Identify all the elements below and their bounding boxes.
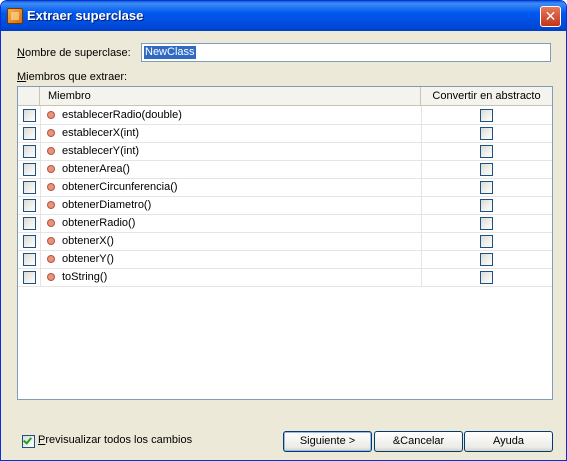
next-button[interactable]: Siguiente > — [283, 431, 372, 452]
member-select-checkbox[interactable] — [23, 181, 36, 194]
make-abstract-checkbox[interactable] — [480, 253, 493, 266]
table-row[interactable]: establecerX(int) — [18, 124, 552, 143]
member-select-checkbox[interactable] — [23, 217, 36, 230]
table-row[interactable]: obtenerY() — [18, 250, 552, 269]
member-cell — [40, 106, 422, 124]
member-cell — [40, 178, 422, 196]
table-row[interactable]: obtenerDiametro() — [18, 196, 552, 215]
table-header: Miembro Convertir en abstracto — [18, 87, 552, 106]
table-row[interactable]: obtenerArea() — [18, 160, 552, 179]
member-select-checkbox[interactable] — [23, 163, 36, 176]
make-abstract-checkbox[interactable] — [480, 109, 493, 122]
superclass-name-label: Nombre de superclase: — [17, 47, 131, 59]
preview-all-changes-checkbox[interactable] — [22, 435, 35, 448]
members-table[interactable]: Miembro Convertir en abstracto establece… — [17, 86, 553, 400]
make-abstract-checkbox[interactable] — [480, 127, 493, 140]
superclass-name-input[interactable]: NewClass — [141, 43, 551, 62]
table-row[interactable]: obtenerRadio() — [18, 214, 552, 233]
member-cell — [40, 232, 422, 250]
table-row[interactable]: establecerRadio(double) — [18, 106, 552, 125]
column-header-select[interactable] — [18, 87, 40, 105]
extract-superclass-dialog: Extraer superclase ✕ Nombre de superclas… — [0, 0, 567, 461]
close-button[interactable]: ✕ — [540, 6, 561, 27]
member-select-checkbox[interactable] — [23, 127, 36, 140]
member-cell — [40, 268, 422, 286]
preview-all-changes-label[interactable]: Previsualizar todos los cambios — [38, 434, 192, 446]
member-select-checkbox[interactable] — [23, 109, 36, 122]
member-select-checkbox[interactable] — [23, 199, 36, 212]
member-cell — [40, 160, 422, 178]
cancel-button[interactable]: &Cancelar — [374, 431, 463, 452]
column-header-member[interactable]: Miembro — [40, 87, 421, 105]
make-abstract-checkbox[interactable] — [480, 271, 493, 284]
member-cell — [40, 196, 422, 214]
make-abstract-checkbox[interactable] — [480, 199, 493, 212]
superclass-name-value[interactable]: NewClass — [144, 46, 196, 59]
member-cell — [40, 142, 422, 160]
app-icon — [7, 8, 23, 24]
make-abstract-checkbox[interactable] — [480, 145, 493, 158]
window-title: Extraer superclase — [27, 8, 144, 23]
check-icon — [23, 435, 32, 445]
member-cell — [40, 250, 422, 268]
make-abstract-checkbox[interactable] — [480, 181, 493, 194]
table-row[interactable]: toString() — [18, 268, 552, 287]
member-cell — [40, 214, 422, 232]
table-row[interactable]: obtenerX() — [18, 232, 552, 251]
table-row[interactable]: obtenerCircunferencia() — [18, 178, 552, 197]
table-row[interactable]: establecerY(int) — [18, 142, 552, 161]
member-select-checkbox[interactable] — [23, 253, 36, 266]
members-label: Miembros que extraer: — [17, 71, 128, 83]
column-header-abstract[interactable]: Convertir en abstracto — [421, 87, 552, 105]
member-select-checkbox[interactable] — [23, 271, 36, 284]
member-select-checkbox[interactable] — [23, 145, 36, 158]
member-cell — [40, 124, 422, 142]
make-abstract-checkbox[interactable] — [480, 217, 493, 230]
title-bar[interactable]: Extraer superclase ✕ — [1, 1, 566, 31]
make-abstract-checkbox[interactable] — [480, 163, 493, 176]
member-select-checkbox[interactable] — [23, 235, 36, 248]
make-abstract-checkbox[interactable] — [480, 235, 493, 248]
help-button[interactable]: Ayuda — [464, 431, 553, 452]
